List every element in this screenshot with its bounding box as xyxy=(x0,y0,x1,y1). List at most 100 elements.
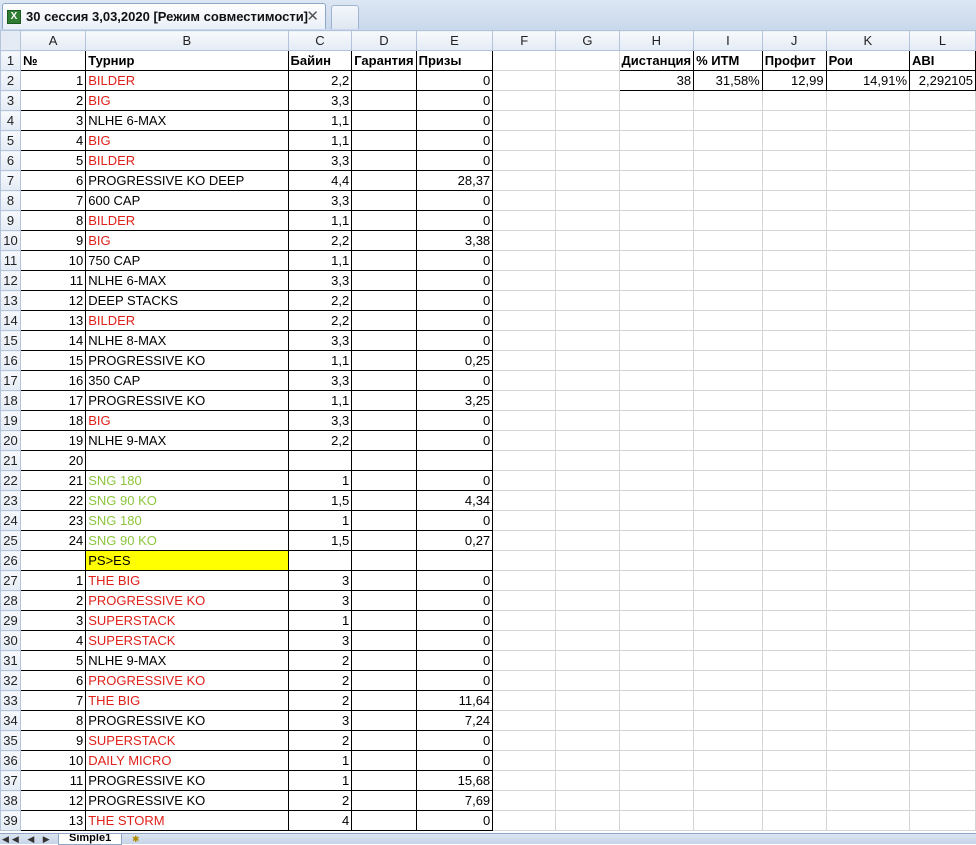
cell-h[interactable] xyxy=(618,550,695,571)
cell-guarantee[interactable] xyxy=(351,210,417,231)
cell-h[interactable] xyxy=(618,710,695,731)
cell-k[interactable] xyxy=(825,590,911,611)
cell-tournament[interactable]: BILDER xyxy=(85,70,289,91)
cell-l[interactable] xyxy=(909,490,976,511)
column-header-k[interactable]: K xyxy=(825,30,911,51)
cell-l[interactable] xyxy=(909,290,976,311)
summary-l[interactable]: 2,292105 xyxy=(909,70,976,91)
cell-h[interactable] xyxy=(618,490,695,511)
cell-buyin[interactable] xyxy=(287,550,353,571)
row-header[interactable]: 30 xyxy=(0,630,21,651)
cell-i[interactable] xyxy=(693,650,763,671)
column-header-e[interactable]: E xyxy=(415,30,494,51)
cell-i[interactable] xyxy=(693,330,763,351)
cell-g[interactable] xyxy=(555,150,620,171)
cell-k[interactable] xyxy=(825,170,911,191)
cell-number[interactable]: 3 xyxy=(19,610,87,631)
cell-f[interactable] xyxy=(492,710,557,731)
cell-h[interactable] xyxy=(618,670,695,691)
cell-i1[interactable]: % ИТМ xyxy=(693,50,763,71)
cell-guarantee[interactable] xyxy=(351,430,417,451)
cell-l[interactable] xyxy=(909,630,976,651)
cell-k[interactable] xyxy=(825,750,911,771)
cell-k[interactable] xyxy=(825,390,911,411)
column-header-d[interactable]: D xyxy=(351,30,417,51)
cell-buyin[interactable]: 3,3 xyxy=(287,370,353,391)
cell-k[interactable] xyxy=(825,310,911,331)
cell-c1[interactable]: Байин xyxy=(287,50,353,71)
cell-tournament[interactable]: PROGRESSIVE KO xyxy=(85,590,289,611)
cell-l[interactable] xyxy=(909,270,976,291)
row-header[interactable]: 11 xyxy=(0,250,21,271)
cell-prize[interactable]: 3,25 xyxy=(415,390,494,411)
cell-guarantee[interactable] xyxy=(351,230,417,251)
cell-g[interactable] xyxy=(555,490,620,511)
cell-h[interactable] xyxy=(618,210,695,231)
row-header[interactable]: 9 xyxy=(0,210,21,231)
cell-prize[interactable]: 0 xyxy=(415,590,494,611)
cell-e1[interactable]: Призы xyxy=(415,50,494,71)
new-tab-button[interactable] xyxy=(331,5,359,29)
cell-guarantee[interactable] xyxy=(351,170,417,191)
row-header[interactable]: 31 xyxy=(0,650,21,671)
cell-j[interactable] xyxy=(761,170,827,191)
cell-buyin[interactable]: 4,4 xyxy=(287,170,353,191)
cell-g[interactable] xyxy=(555,730,620,751)
cell-i[interactable] xyxy=(693,590,763,611)
row-header[interactable]: 1 xyxy=(0,50,21,71)
cell-h[interactable] xyxy=(618,370,695,391)
cell-j[interactable] xyxy=(761,190,827,211)
cell-guarantee[interactable] xyxy=(351,810,417,831)
cell-number[interactable]: 5 xyxy=(19,150,87,171)
row-header[interactable]: 17 xyxy=(0,370,21,391)
cell-h[interactable] xyxy=(618,330,695,351)
cell-g[interactable] xyxy=(555,770,620,791)
cell-prize[interactable]: 0 xyxy=(415,410,494,431)
cell-prize[interactable]: 0 xyxy=(415,130,494,151)
cell-j[interactable] xyxy=(761,710,827,731)
cell-h[interactable] xyxy=(618,790,695,811)
cell-i[interactable] xyxy=(693,190,763,211)
row-header[interactable]: 3 xyxy=(0,90,21,111)
cell-j[interactable] xyxy=(761,590,827,611)
cell-buyin[interactable]: 3,3 xyxy=(287,330,353,351)
cell-number[interactable]: 9 xyxy=(19,730,87,751)
cell-tournament[interactable]: PROGRESSIVE KO xyxy=(85,710,289,731)
cell-g[interactable] xyxy=(555,410,620,431)
cell-k[interactable] xyxy=(825,190,911,211)
cell-buyin[interactable]: 1,1 xyxy=(287,390,353,411)
cell-buyin[interactable]: 3 xyxy=(287,590,353,611)
row-header[interactable]: 18 xyxy=(0,390,21,411)
cell-guarantee[interactable] xyxy=(351,610,417,631)
cell-buyin[interactable]: 3 xyxy=(287,570,353,591)
cell-g[interactable] xyxy=(555,810,620,831)
cell-i[interactable] xyxy=(693,90,763,111)
cell-tournament[interactable]: DAILY MICRO xyxy=(85,750,289,771)
cell-number[interactable]: 10 xyxy=(19,250,87,271)
row-header[interactable]: 38 xyxy=(0,790,21,811)
cell-number[interactable]: 11 xyxy=(19,270,87,291)
cell-h[interactable] xyxy=(618,510,695,531)
cell-i[interactable] xyxy=(693,510,763,531)
row-header[interactable]: 34 xyxy=(0,710,21,731)
cell-guarantee[interactable] xyxy=(351,330,417,351)
cell-f[interactable] xyxy=(492,190,557,211)
cell-l1[interactable]: ABI xyxy=(909,50,976,71)
column-header-h[interactable]: H xyxy=(618,30,695,51)
cell-j1[interactable]: Профит xyxy=(761,50,827,71)
cell-tournament[interactable]: BIG xyxy=(85,410,289,431)
cell-buyin[interactable]: 1 xyxy=(287,770,353,791)
cell-d1[interactable]: Гарантия xyxy=(351,50,417,71)
cell-h[interactable] xyxy=(618,750,695,771)
cell-g[interactable] xyxy=(555,290,620,311)
cell-h1[interactable]: Дистанция xyxy=(618,50,695,71)
cell-buyin[interactable]: 1,1 xyxy=(287,210,353,231)
cell-l[interactable] xyxy=(909,790,976,811)
row-header[interactable]: 4 xyxy=(0,110,21,131)
cell-f[interactable] xyxy=(492,230,557,251)
cell-h[interactable] xyxy=(618,250,695,271)
cell-j[interactable] xyxy=(761,630,827,651)
cell-number[interactable]: 6 xyxy=(19,670,87,691)
cell-h[interactable] xyxy=(618,110,695,131)
cell-prize[interactable]: 0 xyxy=(415,70,494,91)
